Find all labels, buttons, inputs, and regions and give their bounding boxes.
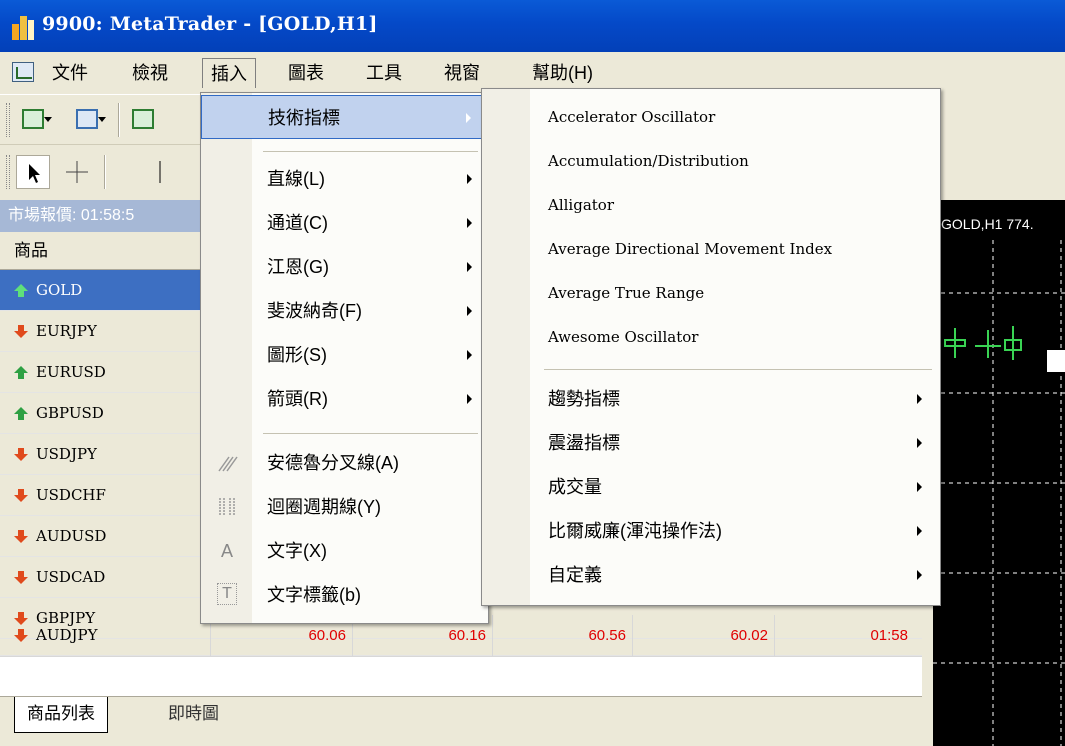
tab-tick-chart[interactable]: 即時圖 [156,697,231,733]
up-arrow-icon [14,284,28,298]
crosshair-icon [66,161,88,183]
up-arrow-icon [14,366,28,380]
andrews-pitchfork-icon [215,451,239,475]
indicator-accumulation-distribution[interactable]: Accumulation/Distribution [482,139,940,183]
submenu-arrow-icon [917,438,922,448]
down-arrow-icon [14,629,28,643]
menu-item-andrews-pitchfork[interactable]: 安德魯分叉線(A) [201,441,488,485]
document-icon[interactable] [12,62,34,82]
menu-charts[interactable]: 圖表 [280,58,332,88]
indicator-alligator[interactable]: Alligator [482,183,940,227]
new-chart-button[interactable] [16,103,56,137]
submenu-arrow-icon [466,113,471,123]
market-watch-icon [132,109,154,129]
menu-tools[interactable]: 工具 [358,58,410,88]
tab-symbols[interactable]: 商品列表 [14,697,108,733]
menu-insert[interactable]: 插入 [202,58,256,88]
toolbar-grip[interactable] [6,103,10,137]
submenu-arrow-icon [467,306,472,316]
profiles-button[interactable] [70,103,110,137]
indicator-accelerator-oscillator[interactable]: Accelerator Oscillator [482,95,940,139]
menu-item-gann[interactable]: 江恩(G) [201,245,488,289]
line-studies-toolbar [0,144,200,200]
submenu-arrow-icon [917,482,922,492]
menu-item-shapes[interactable]: 圖形(S) [201,333,488,377]
title-bar: 9900: MetaTrader - [GOLD,H1] [0,0,1065,52]
indicator-atr[interactable]: Average True Range [482,271,940,315]
menu-window[interactable]: 視窗 [436,58,488,88]
symbol-label: AUDUSD [36,527,107,545]
window-title: 9900: MetaTrader - [GOLD,H1] [42,13,378,35]
down-arrow-icon [14,530,28,544]
low-cell: 60.02 [632,615,774,656]
market-watch-tabs: 商品列表 即時圖 [0,696,922,746]
cursor-arrow-icon [29,164,40,183]
crosshair-button[interactable] [60,155,94,189]
new-chart-icon [22,109,44,129]
symbol-label: USDCHF [36,486,106,504]
submenu-bill-williams[interactable]: 比爾威廉(渾沌操作法) [482,509,940,553]
submenu-trend-indicators[interactable]: 趨勢指標 [482,377,940,421]
symbol-label: GBPUSD [36,404,104,422]
submenu-arrow-icon [917,394,922,404]
standard-toolbar [0,94,200,144]
menu-item-channels[interactable]: 通道(C) [201,201,488,245]
indicator-adx[interactable]: Average Directional Movement Index [482,227,940,271]
down-arrow-icon [14,489,28,503]
vertical-line-button[interactable] [150,155,184,189]
submenu-arrow-icon [467,218,472,228]
cycle-lines-icon [215,495,239,519]
up-arrow-icon [14,407,28,421]
symbol-label: AUDJPY [36,626,98,644]
symbol-label: EURUSD [36,363,106,381]
indicators-submenu: Accelerator Oscillator Accumulation/Dist… [481,88,941,606]
submenu-arrow-icon [467,394,472,404]
submenu-arrow-icon [917,570,922,580]
submenu-arrow-icon [917,526,922,536]
market-watch-button[interactable] [126,103,166,137]
submenu-custom[interactable]: 自定義 [482,553,940,597]
menu-item-text[interactable]: A 文字(X) [201,529,488,573]
chart-canvas [933,240,1065,746]
menu-item-indicators[interactable]: 技術指標 [201,95,488,139]
down-arrow-icon [14,325,28,339]
toolbar-grip[interactable] [6,155,10,189]
menu-item-fibonacci[interactable]: 斐波納奇(F) [201,289,488,333]
vertical-line-icon [159,161,161,183]
chart-window[interactable]: GOLD,H1 774. [930,200,1065,746]
profiles-icon [76,109,98,129]
cursor-button[interactable] [16,155,50,189]
down-arrow-icon [14,448,28,462]
submenu-volumes[interactable]: 成交量 [482,465,940,509]
submenu-arrow-icon [467,262,472,272]
menu-help[interactable]: 幫助(H) [524,58,601,88]
symbol-label: GOLD [36,281,83,299]
market-watch-header: 市場報價: 01:58:5 [0,200,200,232]
column-header-symbol[interactable]: 商品 [0,232,200,270]
symbol-label: EURJPY [36,322,97,340]
symbol-label: USDCAD [36,568,106,586]
submenu-arrow-icon [467,350,472,360]
metatrader-app-icon [12,14,36,40]
insert-menu-dropdown: 技術指標 直線(L) 通道(C) 江恩(G) 斐波納奇(F) 圖形(S) 箭頭(… [200,92,489,624]
menu-item-arrows[interactable]: 箭頭(R) [201,377,488,421]
market-watch-empty-area [0,656,922,696]
symbol-label: USDJPY [36,445,97,463]
high-cell: 60.56 [492,615,632,656]
text-icon: A [220,541,233,561]
submenu-arrow-icon [467,174,472,184]
submenu-oscillators[interactable]: 震盪指標 [482,421,940,465]
menu-view[interactable]: 檢視 [124,58,176,88]
menu-item-lines[interactable]: 直線(L) [201,157,488,201]
text-label-icon: T [217,583,237,605]
time-cell: 01:58 [774,615,914,656]
menu-item-text-label[interactable]: T 文字標籤(b) [201,573,488,617]
indicator-awesome-oscillator[interactable]: Awesome Oscillator [482,315,940,359]
down-arrow-icon [14,571,28,585]
menu-item-cycle-lines[interactable]: 迴圈週期線(Y) [201,485,488,529]
menu-file[interactable]: 文件 [44,58,96,88]
